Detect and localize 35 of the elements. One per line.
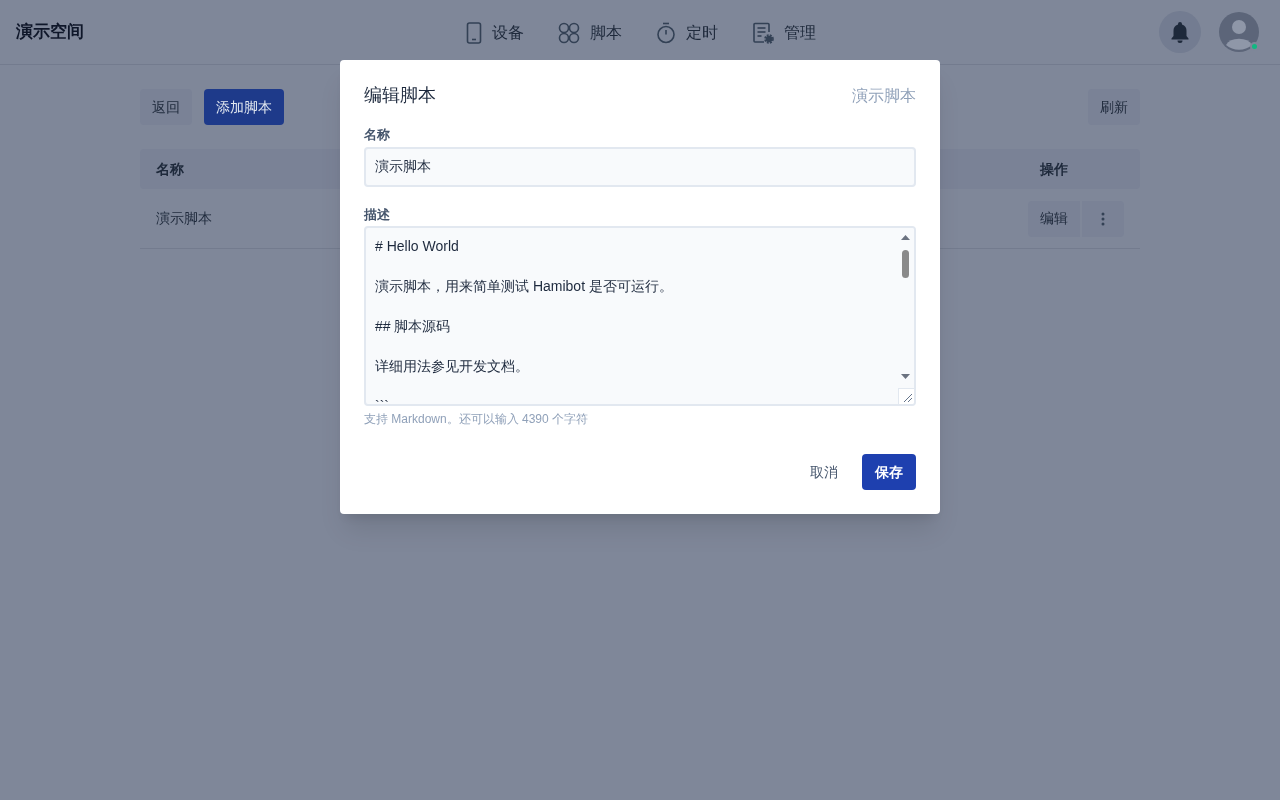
cancel-button[interactable]: 取消 [794,454,854,490]
field-label: 名称 [364,126,391,144]
nav-link[interactable]: 设备 [466,20,524,45]
add-script-button[interactable]: 添加脚本 [204,89,284,125]
nav-link[interactable]: 脚本 [558,20,622,45]
name-input[interactable]: 演示脚本 [364,146,916,187]
text-line: 详细用法参见开发文档。 [375,357,530,376]
dialog-title: 编辑脚本 [364,84,436,107]
text-line: # Hello World [375,237,460,256]
user-avatar[interactable] [1219,12,1259,52]
edit-button[interactable]: 编辑 [1028,200,1080,237]
text-line: ## 脚本源码 [375,317,452,336]
description-textarea[interactable]: # Hello World 演示脚本，用来简单测试 Hamibot 是否可运行。 ## 脚本源码 详细用法参见开发文档。 ``` [364,226,916,406]
resize-grip-icon[interactable] [898,388,914,404]
column-header: 名称 [156,159,184,179]
save-button[interactable]: 保存 [862,454,916,490]
helper-text: 支持 Markdown。还可以输入 4390 个字符 [364,411,590,428]
document-gear-icon [752,21,774,44]
table-cell-text: 演示脚本 [156,209,212,228]
phone-icon [466,21,482,44]
nav-link[interactable]: 管理 [752,20,816,45]
column-header: 操作 [1040,159,1068,179]
command-icon [558,21,580,44]
field-label: 描述 [364,205,391,224]
more-vertical-icon [1101,211,1105,226]
refresh-button[interactable]: 刷新 [1088,89,1140,125]
nav-link[interactable]: 定时 [656,20,718,45]
dialog-subtitle: 演示脚本 [852,85,916,106]
stopwatch-icon [656,21,676,44]
workspace-title: 演示空间 [16,21,84,44]
back-button[interactable]: 返回 [140,89,192,125]
text-line: 演示脚本，用来简单测试 Hamibot 是否可运行。 [375,277,674,296]
text-line: ``` [375,397,390,404]
bell-icon [1170,21,1190,43]
notifications-button[interactable] [1159,11,1201,53]
